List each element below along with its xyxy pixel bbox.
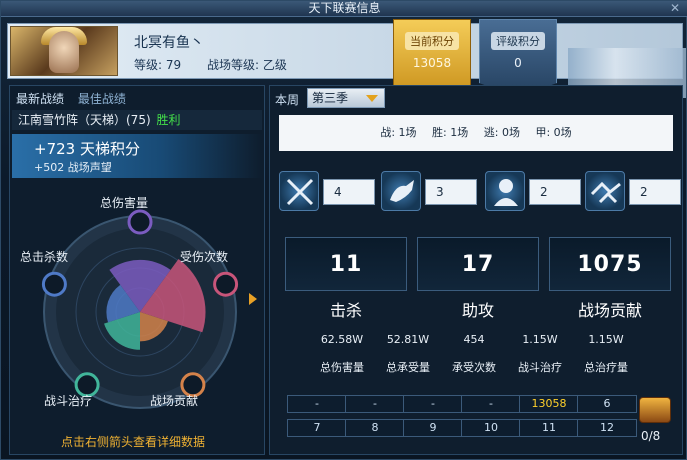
match-summary-panel: 最新战绩 最佳战绩 江南雪竹阵（天梯）(75) 胜利 +723 天梯积分 +50…: [9, 85, 265, 455]
player-level: 等级: 79: [134, 58, 182, 72]
week-slot: 9: [403, 419, 463, 437]
warrior-portrait-icon: [485, 171, 525, 211]
wins-count: 胜: 1场: [432, 126, 469, 139]
match-result: 胜利: [156, 113, 181, 127]
record-tabs: 最新战绩 最佳战绩: [16, 90, 136, 107]
detail-label: 总治疗量: [584, 361, 628, 374]
reward-banner: +723 天梯积分 +502 战场声望: [12, 134, 262, 178]
radar-label-contribution: 战场贡献: [150, 394, 199, 408]
kills-label: 击杀: [329, 301, 362, 320]
match-name: 江南雪竹阵（天梯）(75): [18, 113, 151, 127]
detail-stats: 62.58W 总伤害量 52.81W 总承受量 454 承受次数 1.15W 战…: [309, 327, 645, 381]
detail-label: 总伤害量: [320, 361, 364, 374]
week-slot: 7: [287, 419, 347, 437]
contribution-label: 战场贡献: [577, 301, 642, 320]
week-slot: 10: [461, 419, 521, 437]
week-slot: -: [287, 395, 347, 413]
player-name: 北冥有鱼丶: [134, 35, 204, 51]
rating-score-label: 评级积分: [491, 32, 545, 50]
stat-value-horse: 3: [425, 179, 477, 205]
hint-text: 点击右侧箭头查看详细数据: [61, 435, 206, 449]
detail-value: 454: [463, 333, 485, 346]
detail-value: 62.58W: [320, 333, 364, 346]
window-titlebar: 天下联赛信息 ✕: [1, 1, 687, 17]
contribution-box: 1075: [549, 237, 671, 291]
detail-value: 1.15W: [522, 333, 558, 346]
stat-value-handshake: 2: [629, 179, 681, 205]
player-header: 北冥有鱼丶 等级: 79 战场等级: 乙级: [7, 23, 686, 98]
ladder-points: +723 天梯积分: [34, 140, 140, 158]
leaping-horse-icon: [381, 171, 421, 211]
close-icon[interactable]: ✕: [668, 2, 682, 16]
performance-radar: [41, 209, 239, 409]
avatar: [10, 26, 118, 76]
battlefield-prestige: +502 战场声望: [34, 161, 112, 174]
week-label: 本周: [275, 93, 300, 107]
week-slot: 12: [577, 419, 637, 437]
stat-value-warrior: 2: [529, 179, 581, 205]
detail-label: 承受次数: [452, 361, 496, 374]
radar-knob: [41, 271, 67, 297]
radar-label-total-damage: 总伤害量: [100, 196, 149, 210]
battles-count: 战: 1场: [380, 126, 417, 139]
rating-score-value: 0: [514, 56, 522, 70]
detail-label: 总承受量: [386, 361, 430, 374]
league-info-window: 天下联赛信息 ✕ 北冥有鱼丶 等级: 79 战场等级: 乙级 当前积分 1305…: [0, 0, 687, 460]
week-slot-current: 13058: [519, 395, 579, 413]
radar-knob: [213, 271, 239, 297]
player-levels: 等级: 79 战场等级: 乙级: [134, 56, 309, 73]
stat-value-swords: 4: [323, 179, 375, 205]
week-slot: 8: [345, 419, 405, 437]
handshake-icon: [585, 171, 625, 211]
week-slot: -: [403, 395, 463, 413]
week-slot: -: [345, 395, 405, 413]
radar-label-hits-taken: 受伤次数: [180, 250, 229, 264]
assists-label: 助攻: [461, 301, 494, 320]
week-slot: 11: [519, 419, 579, 437]
face-shape: [49, 31, 79, 73]
radar-knob: [127, 209, 153, 235]
battlefield-level: 战场等级: 乙级: [206, 58, 287, 72]
armor-count: 甲: 0场: [535, 126, 572, 139]
radar-label-combat-healing: 战斗治疗: [44, 394, 93, 408]
treasure-chest-icon[interactable]: [639, 397, 671, 423]
window-title: 天下联赛信息: [308, 1, 381, 15]
escapes-count: 逃: 0场: [483, 126, 520, 139]
record-bar: 战: 1场 胜: 1场 逃: 0场 甲: 0场: [279, 115, 673, 151]
week-slot: -: [461, 395, 521, 413]
assists-box: 17: [417, 237, 539, 291]
chest-count: 0/8: [641, 429, 661, 443]
season-selected: 第三季: [312, 91, 349, 105]
current-score-value: 13058: [412, 56, 452, 70]
radar-label-total-kills: 总击杀数: [20, 250, 69, 264]
tab-best-record[interactable]: 最佳战绩: [78, 92, 126, 106]
match-row: 江南雪竹阵（天梯）(75) 胜利: [12, 110, 262, 130]
current-score-label: 当前积分: [405, 32, 459, 50]
tab-latest-record[interactable]: 最新战绩: [16, 92, 64, 106]
week-slots: - - - - 13058 6 7 8 9 10 11 12: [287, 395, 637, 441]
stat-icon-row: 4 3 2 2: [279, 171, 681, 213]
kills-box: 11: [285, 237, 407, 291]
expand-arrow-icon[interactable]: [249, 293, 257, 305]
week-slot: 6: [577, 395, 637, 413]
season-dropdown[interactable]: 第三季: [307, 88, 385, 108]
detail-value: 1.15W: [588, 333, 624, 346]
crossed-swords-icon: [279, 171, 319, 211]
detail-value: 52.81W: [386, 333, 430, 346]
detail-label: 战斗治疗: [518, 361, 562, 374]
chevron-down-icon: [366, 95, 378, 102]
